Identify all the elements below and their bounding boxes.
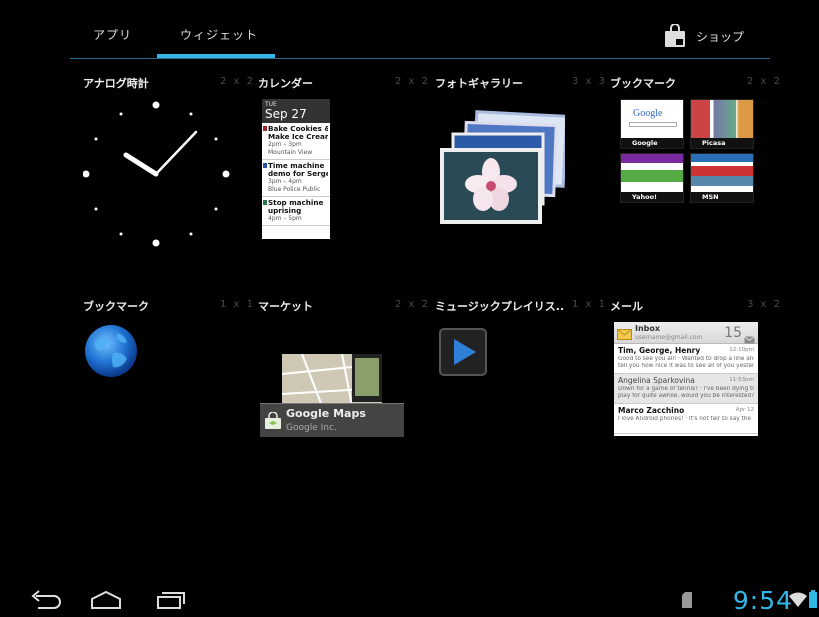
- message-snippet: Down for a game of tennis? · I've been d…: [618, 386, 754, 392]
- battery-icon: [809, 590, 817, 612]
- mail-preview: Inbox username@gmail.com 15 Tim, George,…: [614, 322, 758, 436]
- widget-size: 2 x 2: [747, 76, 782, 87]
- bookmark-thumb-google: Google Google: [620, 99, 684, 149]
- widget-size: 2 x 2: [395, 76, 430, 87]
- event-place: Mountain View: [268, 149, 313, 156]
- shopping-bag-icon: [664, 23, 686, 48]
- market-app-card: Google Maps Google Inc.: [260, 403, 404, 437]
- system-bar: 9:54: [0, 582, 819, 617]
- market-app-name: Google Maps: [286, 407, 366, 420]
- widget-title: カレンダー: [258, 77, 313, 90]
- msn-thumbnail-image: [691, 154, 753, 194]
- event-place: Blue Police Public: [268, 186, 321, 193]
- mail-account: username@gmail.com: [635, 334, 703, 341]
- back-icon[interactable]: [28, 590, 62, 614]
- widget-tabs: アプリ ウィジェット ショップ: [70, 22, 770, 60]
- sd-card-icon: [682, 592, 692, 612]
- event-title: Stop machine: [268, 199, 324, 207]
- calendar-header: TUE Sep 27: [262, 99, 330, 123]
- photo-stack-icon: [440, 110, 565, 224]
- tabs-divider: [70, 58, 770, 59]
- widget-title: ブックマーク: [610, 77, 676, 90]
- message-snippet: I love Android phones! · It's not fair t…: [618, 416, 752, 422]
- mail-header: Inbox username@gmail.com 15: [614, 322, 758, 344]
- widget-size: 3 x 2: [747, 299, 782, 310]
- widget-bookmark-1x1[interactable]: ブックマーク 1 x 1: [83, 298, 255, 513]
- shop-label: ショップ: [695, 29, 744, 44]
- event-title-line2: uprising: [268, 207, 302, 215]
- widget-title: フォトギャラリー: [435, 77, 523, 90]
- event-title: Bake Cookies &: [268, 125, 328, 133]
- widget-market[interactable]: マーケット 2 x 2 Google Maps Google Inc.: [258, 298, 430, 513]
- event-title-line2: Make Ice Cream: [268, 133, 328, 141]
- event-title-line2: demo for Serge: [268, 170, 328, 178]
- market-bag-icon: [264, 411, 282, 434]
- widget-bookmarks-2x2[interactable]: ブックマーク 2 x 2 Google Google Picasa Yahoo!…: [610, 75, 782, 290]
- bookmark-caption: Picasa: [691, 138, 753, 148]
- widget-title: アナログ時計: [83, 77, 149, 90]
- widget-analog-clock[interactable]: アナログ時計 2 x 2: [83, 75, 255, 290]
- widget-mail[interactable]: メール 3 x 2 Inbox username@gmail.com 15 Ti…: [610, 298, 782, 513]
- mail-message: Tim, George, Henry 12:10pm Good to see y…: [614, 344, 758, 374]
- widget-music-playlist[interactable]: ミュージックプレイリス... 1 x 1: [435, 298, 607, 513]
- search-box-shape: [629, 122, 677, 127]
- calendar-event: Time machine demo for Serge 3pm – 4pm Bl…: [262, 160, 330, 197]
- bookmark-thumb-msn: MSN: [690, 153, 754, 203]
- play-icon: [439, 328, 487, 376]
- event-time: 3pm – 4pm: [268, 178, 302, 185]
- maps-app-preview: [282, 354, 382, 406]
- yahoo-thumbnail-image: [621, 154, 683, 194]
- widget-calendar[interactable]: カレンダー 2 x 2 TUE Sep 27 Bake Cookies & Ma…: [258, 75, 430, 290]
- bookmark-caption: Google: [621, 138, 683, 148]
- widget-size: 2 x 2: [220, 76, 255, 87]
- message-snippet: Good to see you all! · Wanted to drop a …: [618, 356, 754, 362]
- calendar-preview: TUE Sep 27 Bake Cookies & Make Ice Cream…: [262, 99, 330, 239]
- widget-title: ミュージックプレイリス...: [435, 300, 565, 313]
- analog-clock-face: [83, 101, 230, 247]
- mail-message: Marco Zacchino Apr 12 I love Android pho…: [614, 404, 758, 434]
- bookmark-thumb-picasa: Picasa: [690, 99, 754, 149]
- wifi-icon: [789, 592, 807, 612]
- globe-icon: [85, 325, 137, 377]
- mail-folder-label: Inbox: [635, 324, 661, 333]
- event-time: 4pm – 5pm: [268, 215, 302, 222]
- widget-photo-gallery[interactable]: フォトギャラリー 3 x 3: [435, 75, 607, 290]
- message-time: 11:53pm: [729, 377, 754, 383]
- calendar-event: Stop machine uprising 4pm – 5pm: [262, 197, 330, 226]
- home-icon[interactable]: [89, 590, 123, 614]
- message-snippet-line2: play for quite awhile, would you be inte…: [618, 393, 754, 399]
- widget-size: 1 x 1: [572, 299, 607, 310]
- tab-apps[interactable]: アプリ: [93, 26, 132, 43]
- bookmark-caption: MSN: [691, 192, 753, 202]
- widget-size: 2 x 2: [395, 299, 430, 310]
- shop-button[interactable]: ショップ: [664, 22, 744, 50]
- event-time: 2pm – 3pm: [268, 141, 302, 148]
- status-clock: 9:54: [732, 586, 793, 615]
- google-logo-text: Google: [633, 108, 663, 119]
- bookmark-caption: Yahoo!: [621, 192, 683, 202]
- calendar-date: Sep 27: [265, 107, 307, 121]
- bookmark-thumb-yahoo: Yahoo!: [620, 153, 684, 203]
- widget-size: 1 x 1: [220, 299, 255, 310]
- tab-widgets[interactable]: ウィジェット: [180, 26, 258, 43]
- gmail-envelope-icon: [617, 326, 632, 345]
- widget-title: マーケット: [258, 300, 313, 313]
- mail-unread-count: 15: [724, 325, 742, 341]
- calendar-event: Bake Cookies & Make Ice Cream 2pm – 3pm …: [262, 123, 330, 160]
- market-app-publisher: Google Inc.: [286, 423, 337, 433]
- recent-apps-icon[interactable]: [155, 590, 185, 614]
- bookmark-thumbnails: Google Google Picasa Yahoo! MSN: [620, 99, 764, 211]
- widget-title: メール: [610, 300, 643, 313]
- widget-title: ブックマーク: [83, 300, 149, 313]
- message-sender: Marco Zacchino: [618, 406, 685, 415]
- message-snippet-line2: tell you how nice it was to see all of y…: [618, 363, 754, 369]
- event-title: Time machine: [268, 162, 325, 170]
- widget-size: 3 x 3: [572, 76, 607, 87]
- message-time: 12:10pm: [729, 347, 754, 353]
- message-time: Apr 12: [735, 407, 754, 413]
- picasa-thumbnail-image: [691, 100, 753, 140]
- mail-message: Angelina Sparkovina 11:53pm Down for a g…: [614, 374, 758, 404]
